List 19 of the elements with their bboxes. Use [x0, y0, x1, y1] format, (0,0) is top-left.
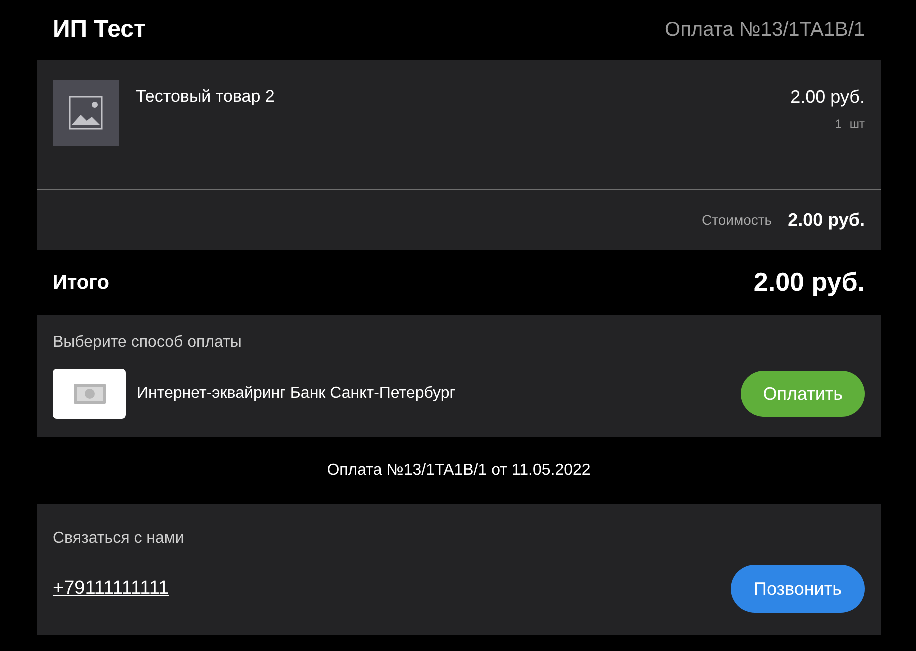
merchant-name: ИП Тест — [53, 15, 146, 45]
call-button[interactable]: Позвонить — [731, 565, 865, 613]
payment-title: Выберите способ оплаты — [53, 333, 243, 353]
product-quantity: 1 — [835, 116, 842, 133]
phone-link[interactable]: +79111111111 — [53, 574, 170, 604]
quantity-unit: шт — [850, 116, 865, 133]
subtotal-label: Стоимость — [702, 210, 772, 230]
subtotal-value: 2.00 руб. — [788, 208, 865, 232]
order-number: Оплата №13/1TA1B/1 — [665, 18, 865, 43]
total-label: Итого — [53, 270, 110, 296]
contact-title: Связаться с нами — [53, 529, 186, 549]
total-value: 2.00 руб. — [754, 266, 865, 299]
product-price: 2.00 руб. — [790, 86, 865, 109]
payment-method-name: Интернет-эквайринг Банк Санкт-Петербург — [137, 384, 456, 404]
banknote-icon — [53, 369, 126, 419]
product-name: Тестовый товар 2 — [136, 86, 275, 108]
order-info: Оплата №13/1TA1B/1 от 11.05.2022 — [327, 460, 591, 480]
pay-button[interactable]: Оплатить — [741, 371, 865, 417]
image-placeholder-icon — [53, 80, 119, 146]
